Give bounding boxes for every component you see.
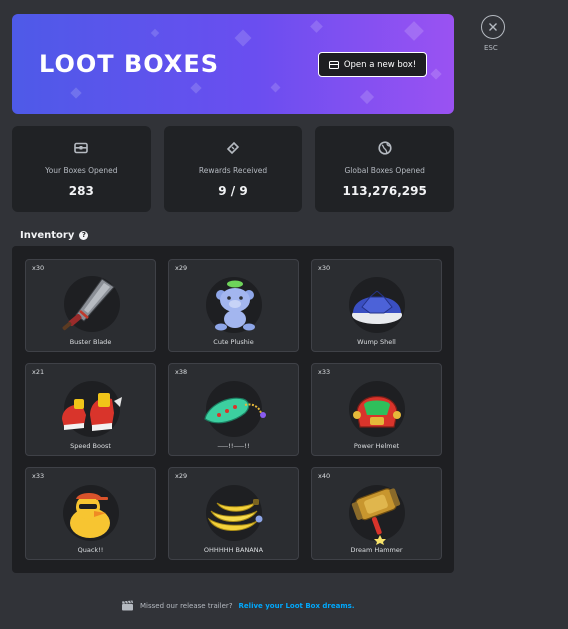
stat-label: Rewards Received — [198, 166, 268, 175]
inventory-item-dream-hammer[interactable]: x40 Dream Hammer — [311, 467, 442, 560]
stat-rewards-received: Rewards Received 9 / 9 — [163, 126, 303, 212]
inventory-title: Inventory — [20, 229, 75, 241]
item-quantity: x29 — [175, 264, 188, 272]
inventory-header: Inventory ? — [20, 228, 454, 242]
stat-value: 113,276,295 — [342, 184, 427, 198]
item-quantity: x30 — [318, 264, 331, 272]
ticket-icon — [226, 141, 240, 155]
item-name: Quack!! — [77, 546, 104, 554]
open-new-box-button[interactable]: Open a new box! — [318, 52, 427, 77]
item-name: Power Helmet — [353, 442, 400, 450]
stat-label: Your Boxes Opened — [45, 166, 118, 175]
hammer-icon — [348, 484, 405, 545]
item-quantity: x33 — [318, 368, 331, 376]
globe-icon — [378, 141, 392, 155]
esc-label: ESC — [484, 44, 498, 52]
inventory-item-cute-plushie[interactable]: x29 Cute Plushie — [168, 259, 299, 352]
inventory-item-wump-shell[interactable]: x30 Wump Shell — [311, 259, 442, 352]
helmet-icon — [348, 380, 405, 437]
inventory-item-buster-blade[interactable]: x30 Buster Blade — [25, 259, 156, 352]
inventory-item-ocarina[interactable]: x38 ⸺!!⸺!! — [168, 363, 299, 456]
item-quantity: x40 — [318, 472, 331, 480]
item-quantity: x30 — [32, 264, 45, 272]
item-name: Dream Hammer — [350, 546, 403, 554]
inventory-grid: x30 Buster Blade x29 Cute Plushie x30 Wu… — [25, 259, 442, 560]
help-icon[interactable]: ? — [79, 230, 89, 240]
banner-title: LOOT BOXES — [39, 50, 219, 78]
inventory-item-banana[interactable]: x29 OHHHHH BANANA — [168, 467, 299, 560]
clapperboard-icon — [122, 600, 133, 611]
item-name: Cute Plushie — [213, 338, 254, 346]
box-icon — [328, 60, 339, 69]
item-quantity: x29 — [175, 472, 188, 480]
stat-global-boxes-opened: Global Boxes Opened 113,276,295 — [315, 126, 455, 212]
trailer-link[interactable]: Relive your Loot Box dreams. — [239, 602, 355, 610]
open-new-box-label: Open a new box! — [343, 59, 417, 70]
close-button[interactable] — [481, 15, 505, 39]
inventory-item-speed-boost[interactable]: x21 Speed Boost — [25, 363, 156, 456]
item-name: Speed Boost — [70, 442, 111, 450]
item-name: OHHHHH BANANA — [203, 546, 264, 554]
close-icon — [489, 23, 497, 31]
inventory-panel: x30 Buster Blade x29 Cute Plushie x30 Wu… — [12, 246, 454, 573]
loot-boxes-panel: LOOT BOXES Open a new box! Your Boxes Op… — [12, 14, 455, 573]
item-quantity: x38 — [175, 368, 188, 376]
plushie-icon — [205, 276, 262, 333]
item-name: ⸺!!⸺!! — [217, 442, 250, 450]
stat-value: 283 — [68, 184, 94, 198]
footer-text: Missed our release trailer? — [140, 601, 233, 610]
stat-value: 9 / 9 — [218, 184, 248, 198]
box-icon — [74, 141, 89, 155]
stat-label: Global Boxes Opened — [344, 166, 425, 175]
footer: Missed our release trailer? Relive your … — [121, 600, 354, 611]
ocarina-icon — [203, 380, 266, 437]
item-name: Buster Blade — [69, 338, 112, 346]
loot-boxes-banner: LOOT BOXES Open a new box! — [12, 14, 454, 114]
stats-row: Your Boxes Opened 283 Rewards Received 9… — [12, 126, 455, 212]
item-quantity: x21 — [32, 368, 45, 376]
item-quantity: x33 — [32, 472, 45, 480]
sneakers-icon — [61, 380, 122, 437]
sword-icon — [61, 275, 120, 332]
inventory-item-quack[interactable]: x33 Quack!! — [25, 467, 156, 560]
duck-icon — [62, 484, 119, 541]
shell-icon — [348, 276, 405, 333]
inventory-item-power-helmet[interactable]: x33 Power Helmet — [311, 363, 442, 456]
stat-boxes-opened: Your Boxes Opened 283 — [12, 126, 151, 212]
banana-icon — [205, 484, 262, 541]
item-name: Wump Shell — [357, 338, 396, 346]
